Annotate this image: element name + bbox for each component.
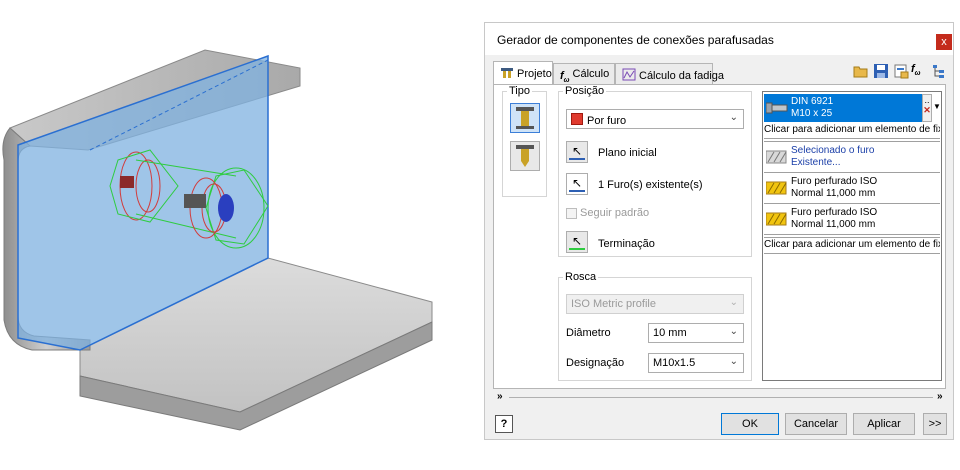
open-folder-icon[interactable] (853, 63, 869, 79)
tab-calculo[interactable]: fωCálculo (553, 63, 615, 85)
tab-projeto[interactable]: Projeto (493, 61, 553, 85)
bolt-size: M10 x 25 (791, 108, 833, 119)
list-divider (764, 141, 940, 142)
bolted-connection-dialog: Gerador de componentes de conexões paraf… (484, 22, 954, 440)
tab-label: Projeto (517, 68, 552, 80)
diameter-label: Diâmetro (566, 327, 611, 339)
tree-view-icon[interactable] (931, 63, 947, 79)
add-fastener-bottom[interactable]: Clicar para adicionar um elemento de fix… (764, 239, 940, 251)
drilled-hole-item-1[interactable]: Furo perfurado ISO Normal 11,000 mm (764, 175, 940, 201)
thread-type-select[interactable]: ISO Metric profile ⌄ (566, 294, 744, 314)
properties-icon[interactable] (893, 63, 909, 79)
apply-button[interactable]: Aplicar (853, 413, 915, 435)
delete-icon[interactable]: ✕ (923, 105, 931, 116)
cursor-arrow-icon: ↖ (572, 144, 583, 158)
list-divider (764, 234, 940, 235)
bracket-model-view[interactable] (0, 0, 478, 467)
drilled-hole-icon (766, 181, 787, 195)
through-bolt-type-button[interactable] (510, 103, 540, 133)
fatigue-chart-icon (622, 68, 636, 81)
designation-select[interactable]: M10x1.5 ⌄ (648, 353, 744, 373)
list-divider (764, 237, 940, 238)
hole1-line2: Normal 11,000 mm (791, 188, 876, 199)
selector-indicator (569, 248, 585, 250)
selector-indicator (569, 190, 585, 192)
cancel-button[interactable]: Cancelar (785, 413, 847, 435)
hole-hatch-icon (766, 150, 787, 164)
hole2-line1: Furo perfurado ISO (791, 207, 878, 218)
follow-pattern-checkbox[interactable] (566, 208, 577, 219)
list-divider (764, 138, 940, 139)
designation-label: Designação (566, 357, 625, 369)
termination-label: Terminação (598, 238, 655, 250)
selected-hole-line2: Existente... (791, 157, 841, 168)
close-button[interactable]: x (936, 34, 952, 50)
by-hole-icon (571, 113, 583, 125)
termination-button[interactable]: ↖ (566, 231, 588, 253)
more-button[interactable]: >> (923, 413, 947, 435)
calculate-icon[interactable]: fω (911, 63, 927, 79)
model-viewport[interactable] (0, 0, 478, 467)
rosca-legend: Rosca (565, 271, 597, 283)
more-options-button[interactable]: .. (923, 95, 931, 105)
selected-hole-item[interactable]: Selecionado o furo Existente... (764, 144, 940, 170)
help-button[interactable]: ? (495, 415, 513, 433)
existing-holes-label: 1 Furo(s) existente(s) (598, 179, 703, 191)
blind-bolt-type-button[interactable] (510, 141, 540, 171)
bolt-icon (766, 102, 788, 114)
dialog-titlebar: Gerador de componentes de conexões paraf… (485, 23, 953, 55)
bolt-item[interactable]: DIN 6921 M10 x 25 (764, 94, 922, 122)
expand-left-icon[interactable]: » (497, 391, 503, 402)
list-divider (764, 203, 940, 204)
chevron-down-icon: ⌄ (729, 297, 738, 308)
designation-value: M10x1.5 (653, 357, 696, 369)
chevron-down-icon: ⌄ (729, 326, 738, 337)
dialog-title: Gerador de componentes de conexões paraf… (497, 33, 774, 47)
function-icon: fω (560, 70, 570, 85)
diameter-select[interactable]: 10 mm ⌄ (648, 323, 744, 343)
blind-connection-icon (516, 145, 534, 167)
drilled-hole-icon (766, 212, 787, 226)
placement-select[interactable]: Por furo ⌄ (566, 109, 744, 129)
dropdown-arrow-icon[interactable]: ▼ (933, 102, 941, 111)
thread-type-value: ISO Metric profile (571, 298, 656, 310)
through-connection-icon (516, 107, 534, 129)
hole1-line1: Furo perfurado ISO (791, 176, 878, 187)
drilled-hole-item-2[interactable]: Furo perfurado ISO Normal 11,000 mm (764, 206, 940, 232)
bolt-name: DIN 6921 (791, 96, 834, 107)
expand-divider (509, 397, 933, 398)
expand-right-icon[interactable]: » (937, 391, 943, 402)
start-plane-label: Plano inicial (598, 147, 657, 159)
selected-hole-line1: Selecionado o furo (791, 145, 875, 156)
existing-holes-button[interactable]: ↖ (566, 173, 588, 195)
posicao-legend: Posição (565, 85, 605, 97)
selector-indicator (569, 158, 585, 160)
diameter-value: 10 mm (653, 327, 687, 339)
tab-calculo-fadiga[interactable]: Cálculo da fadiga (615, 63, 724, 85)
chevron-down-icon: ⌄ (729, 112, 738, 123)
cursor-arrow-icon: ↖ (572, 234, 583, 248)
design-tab-panel: Tipo Posição Por furo ⌄ ↖ Plano inicial … (493, 84, 946, 389)
tab-label: Cálculo (572, 68, 610, 80)
fastener-list: DIN 6921 M10 x 25 .. ✕ ▼ Clicar para adi… (762, 91, 942, 381)
list-divider (764, 253, 940, 254)
tipo-legend: Tipo (509, 85, 530, 97)
follow-pattern-label: Seguir padrão (580, 207, 650, 219)
save-icon[interactable] (873, 63, 889, 79)
hole2-line2: Normal 11,000 mm (791, 219, 876, 230)
tab-label: Cálculo da fadiga (639, 70, 725, 82)
start-plane-button[interactable]: ↖ (566, 141, 588, 163)
design-tab-icon (500, 66, 514, 79)
placement-value: Por furo (587, 115, 627, 127)
ok-button[interactable]: OK (721, 413, 779, 435)
list-divider (764, 172, 940, 173)
bolt-item-tools: .. ✕ (922, 94, 932, 122)
add-fastener-top[interactable]: Clicar para adicionar um elemento de fix… (764, 124, 940, 136)
cursor-arrow-icon: ↖ (572, 176, 583, 190)
chevron-down-icon: ⌄ (729, 356, 738, 367)
